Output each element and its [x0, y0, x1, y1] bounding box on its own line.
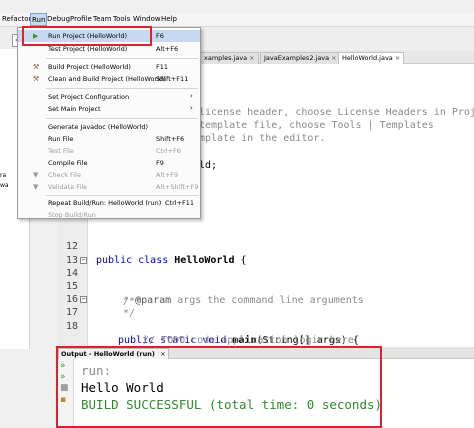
tab-label: JavaExamples2.java — [264, 54, 330, 62]
tab-helloworld[interactable]: HelloWorld.java × — [338, 52, 405, 64]
menu-tools[interactable]: Tools — [113, 15, 130, 23]
editor-tab-bar: xamples.java × JavaExamples2.java × HelloW… — [200, 50, 474, 64]
validate-icon: ▼ — [33, 183, 39, 191]
tab-label: HelloWorld.java — [342, 54, 393, 62]
menu-item-label: Test Project (HelloWorld) — [48, 45, 128, 53]
hammer-icon: ⚒ — [33, 63, 40, 71]
menu-run[interactable]: Run — [30, 13, 48, 26]
code-text: mplate in the editor. — [199, 133, 326, 144]
menu-item-label: Check File — [48, 171, 81, 179]
menu-item-label: Set Main Project — [48, 105, 101, 113]
broom-icon: ⚒ — [33, 75, 40, 83]
output-highlight — [56, 346, 382, 428]
menu-item-label: Stop Build/Run — [48, 211, 96, 219]
menu-item-shortcut: Shift+F6 — [156, 135, 185, 143]
menu-item-test-file[interactable]: Test File Ctrl+F6 — [18, 145, 200, 157]
menu-item-check-file[interactable]: ▼ Check File Alt+F9 — [18, 169, 200, 181]
line-number: 18 — [65, 321, 78, 332]
menu-item-label: Run File — [48, 135, 74, 143]
menu-separator — [46, 118, 198, 119]
menu-debug[interactable]: Debug — [47, 15, 70, 23]
menu-item-repeat-build[interactable]: Repeat Build/Run: HelloWorld (run) Ctrl+… — [18, 197, 200, 209]
close-icon[interactable]: × — [395, 54, 400, 62]
menu-separator — [46, 195, 198, 196]
menu-help[interactable]: Help — [161, 15, 177, 23]
menu-item-validate-file[interactable]: ▼ Validate File Alt+Shift+F9 — [18, 181, 200, 193]
chevron-right-icon: › — [190, 92, 193, 100]
menu-item-shortcut: F6 — [156, 32, 164, 40]
fold-toggle-icon[interactable]: − — [80, 296, 87, 303]
close-icon[interactable]: × — [249, 54, 254, 62]
code-line: 18 // TODO code application logic here — [58, 306, 474, 347]
menu-profile[interactable]: Profile — [70, 15, 92, 23]
menu-bar: Refactor Run Debug Profile Team Tools Wi… — [0, 13, 474, 27]
menu-item-label: Test File — [48, 147, 74, 155]
menu-item-shortcut: Ctrl+F6 — [156, 147, 181, 155]
menu-item-shortcut: Alt+F9 — [156, 171, 179, 179]
project-node[interactable]: ra — [0, 172, 6, 179]
project-node[interactable]: wa — [0, 182, 9, 189]
menu-item-shortcut: Ctrl+F11 — [165, 199, 195, 207]
menu-item-javadoc[interactable]: Generate Javadoc (HelloWorld) — [18, 121, 200, 133]
check-icon: ▼ — [33, 171, 39, 179]
tab-examples-java[interactable]: xamples.java × — [200, 52, 259, 64]
menu-item-label: Validate File — [48, 183, 88, 191]
menu-item-label: Set Project Configuration — [48, 93, 130, 101]
menu-item-shortcut: Alt+F6 — [156, 45, 179, 53]
close-icon[interactable]: × — [331, 54, 336, 62]
menu-item-set-config[interactable]: Set Project Configuration › — [18, 91, 200, 103]
menu-item-shortcut: Shift+F11 — [156, 75, 189, 83]
tab-javaexamples2[interactable]: JavaExamples2.java × — [260, 52, 341, 64]
menu-item-set-main[interactable]: Set Main Project › — [18, 103, 200, 115]
menu-separator — [46, 88, 198, 89]
tab-label: xamples.java — [204, 54, 248, 62]
menu-team[interactable]: Team — [93, 15, 112, 23]
menu-item-label: Compile File — [48, 159, 88, 167]
menu-window[interactable]: Window — [133, 15, 161, 23]
code-text: ld; — [199, 160, 218, 171]
menu-item-label: Build Project (HelloWorld) — [48, 63, 131, 71]
menu-item-clean-build[interactable]: ⚒ Clean and Build Project (HelloWorld) S… — [18, 73, 200, 85]
menu-item-run-file[interactable]: Run File Shift+F6 — [18, 133, 200, 145]
menu-separator — [46, 58, 198, 59]
menu-item-shortcut: F9 — [156, 159, 164, 167]
menu-item-shortcut: F11 — [156, 63, 169, 71]
run-menu-dropdown: ▶ Run Project (HelloWorld) F6 Test Proje… — [17, 27, 201, 219]
menu-item-label: Generate Javadoc (HelloWorld) — [48, 123, 149, 131]
fold-toggle-icon[interactable]: − — [80, 257, 87, 264]
menu-item-label: Clean and Build Project (HelloWorld) — [48, 75, 166, 83]
menu-item-compile-file[interactable]: Compile File F9 — [18, 157, 200, 169]
menu-item-shortcut: Alt+Shift+F9 — [156, 183, 199, 191]
menu-item-build-project[interactable]: ⚒ Build Project (HelloWorld) F11 — [18, 61, 200, 73]
chevron-right-icon: › — [190, 104, 193, 112]
menu-refactor[interactable]: Refactor — [2, 15, 31, 23]
menu-item-stop-build[interactable]: Stop Build/Run — [18, 209, 200, 221]
run-project-highlight — [22, 26, 152, 46]
menu-item-label: Repeat Build/Run: HelloWorld (run) — [48, 199, 162, 207]
